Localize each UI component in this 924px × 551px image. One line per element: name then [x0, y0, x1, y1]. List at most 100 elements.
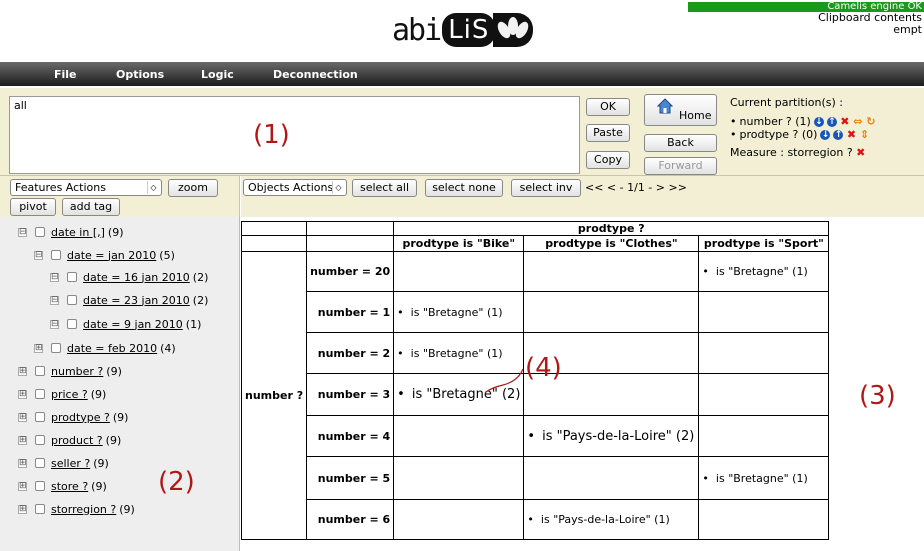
tree-item[interactable]: ⊟ date = jan 2010 (5) — [34, 246, 175, 264]
checkbox[interactable] — [35, 481, 45, 491]
table-cell[interactable]: is "Bretagne" (1) — [698, 456, 830, 500]
expand-icon[interactable]: ⊞ — [18, 435, 27, 445]
row-header[interactable]: number = 2 — [306, 332, 395, 374]
checkbox[interactable] — [35, 412, 45, 422]
select-none-button[interactable]: select none — [425, 179, 503, 197]
objects-actions-select[interactable]: Objects Actions ◇ — [243, 179, 347, 196]
feature-label[interactable]: date = 23 jan 2010 — [83, 294, 190, 307]
select-all-button[interactable]: select all — [352, 179, 417, 197]
row-header[interactable]: number = 5 — [306, 456, 395, 500]
feature-label[interactable]: seller ? — [51, 457, 90, 470]
table-cell[interactable]: is "Bretagne" (1) — [698, 251, 830, 292]
feature-label[interactable]: price ? — [51, 388, 88, 401]
copy-button[interactable]: Copy — [586, 151, 630, 169]
feature-label[interactable]: store ? — [51, 480, 88, 493]
arrow-down-icon[interactable]: ↓ — [820, 129, 831, 140]
table-cell[interactable]: is "Pays-de-la-Loire" (2) — [523, 415, 700, 457]
feature-label[interactable]: date = 16 jan 2010 — [83, 271, 190, 284]
col-header[interactable]: prodtype is "Bike" — [393, 235, 525, 252]
expand-icon[interactable]: ⊞ — [18, 389, 27, 399]
expand-icon[interactable]: ⊞ — [18, 366, 27, 376]
collapse-icon[interactable]: ⊟ — [34, 250, 43, 260]
col-header[interactable]: prodtype is "Clothes" — [523, 235, 700, 252]
checkbox[interactable] — [35, 435, 45, 445]
table-cell[interactable]: is "Pays-de-la-Loire" (1) — [523, 499, 700, 540]
tree-item[interactable]: ⊟ date = 16 jan 2010 (2) — [50, 268, 208, 286]
remove-icon[interactable]: ✖ — [840, 116, 850, 127]
expand-icon[interactable]: ⊞ — [34, 343, 43, 353]
feature-label[interactable]: date in [,] — [51, 226, 105, 239]
checkbox[interactable] — [35, 458, 45, 468]
ok-button[interactable]: OK — [586, 98, 630, 116]
checkbox[interactable] — [35, 227, 45, 237]
remove-icon[interactable]: ✖ — [846, 129, 856, 140]
add-tag-button[interactable]: add tag — [62, 198, 120, 216]
tree-item[interactable]: ⊞ price ? (9) — [18, 385, 106, 403]
arrow-up-icon[interactable]: ↑ — [833, 129, 844, 140]
tree-item[interactable]: ⊞ store ? (9) — [18, 477, 107, 495]
feature-label[interactable]: date = jan 2010 — [67, 249, 156, 262]
menu-logic[interactable]: Logic — [201, 68, 234, 81]
checkbox[interactable] — [51, 250, 61, 260]
back-button[interactable]: Back — [644, 134, 717, 152]
feature-label[interactable]: prodtype ? — [51, 411, 110, 424]
remove-measure-icon[interactable]: ✖ — [856, 147, 866, 158]
collapse-icon[interactable]: ⊟ — [50, 272, 59, 282]
feature-label[interactable]: storregion ? — [51, 503, 116, 516]
checkbox[interactable] — [51, 343, 61, 353]
col-group-header[interactable]: prodtype ? — [393, 221, 830, 236]
tree-item[interactable]: ⊟ date in [,] (9) — [18, 223, 124, 241]
feature-label[interactable]: product ? — [51, 434, 103, 447]
col-header[interactable]: prodtype is "Sport" — [698, 235, 830, 252]
row-header[interactable]: number = 6 — [306, 499, 395, 540]
row-header[interactable]: number = 20 — [306, 251, 395, 292]
menu-options[interactable]: Options — [116, 68, 164, 81]
checkbox[interactable] — [35, 366, 45, 376]
table-cell[interactable]: is "Bretagne" (1) — [393, 291, 525, 333]
forward-button[interactable]: Forward — [644, 157, 717, 175]
checkbox[interactable] — [67, 295, 77, 305]
swap-icon[interactable]: ⇔ — [853, 116, 863, 127]
checkbox[interactable] — [35, 504, 45, 514]
arrow-up-icon[interactable]: ↑ — [826, 116, 837, 127]
tree-item[interactable]: ⊞ product ? (9) — [18, 431, 121, 449]
home-button[interactable]: Home — [644, 94, 717, 126]
expand-icon[interactable]: ⊞ — [18, 412, 27, 422]
tree-item[interactable]: ⊞ prodtype ? (9) — [18, 408, 128, 426]
tree-item[interactable]: ⊞ storregion ? (9) — [18, 500, 135, 518]
expand-icon[interactable]: ⊞ — [18, 504, 27, 514]
tree-item[interactable]: ⊟ date = 23 jan 2010 (2) — [50, 291, 208, 309]
tree-item[interactable]: ⊞ number ? (9) — [18, 362, 122, 380]
select-inv-button[interactable]: select inv — [511, 179, 581, 197]
expand-icon[interactable]: ⊞ — [18, 458, 27, 468]
collapse-icon[interactable]: ⊟ — [50, 295, 59, 305]
collapse-icon[interactable]: ⊟ — [18, 227, 27, 237]
paste-button[interactable]: Paste — [586, 124, 630, 142]
features-actions-select[interactable]: Features Actions ◇ — [10, 179, 162, 196]
menu-file[interactable]: File — [54, 68, 77, 81]
pager[interactable]: << < - 1/1 - > >> — [585, 181, 687, 194]
menu-deconnection[interactable]: Deconnection — [273, 68, 358, 81]
tree-item[interactable]: ⊞ date = feb 2010 (4) — [34, 339, 176, 357]
collapse-icon[interactable]: ⊟ — [50, 319, 59, 329]
row-header[interactable]: number = 4 — [306, 415, 395, 457]
pivot-button[interactable]: pivot — [10, 198, 56, 216]
expand-icon[interactable]: ⊞ — [18, 481, 27, 491]
checkbox[interactable] — [35, 389, 45, 399]
checkbox[interactable] — [67, 272, 77, 282]
table-row: number ? number = 20 is "Bretagne" (1) — [240, 251, 830, 540]
swap-vertical-icon[interactable]: ⇕ — [859, 129, 869, 140]
refresh-icon[interactable]: ↻ — [866, 116, 876, 127]
zoom-button[interactable]: zoom — [168, 179, 218, 197]
query-input[interactable]: all — [9, 96, 580, 174]
row-group-header[interactable]: number ? — [240, 251, 308, 540]
feature-label[interactable]: date = 9 jan 2010 — [83, 318, 183, 331]
arrow-down-icon[interactable]: ↓ — [813, 116, 824, 127]
feature-label[interactable]: date = feb 2010 — [67, 342, 157, 355]
tree-item[interactable]: ⊞ seller ? (9) — [18, 454, 109, 472]
tree-item[interactable]: ⊟ date = 9 jan 2010 (1) — [50, 315, 201, 333]
checkbox[interactable] — [67, 319, 77, 329]
feature-label[interactable]: number ? — [51, 365, 103, 378]
row-header[interactable]: number = 3 — [306, 373, 395, 416]
row-header[interactable]: number = 1 — [306, 291, 395, 333]
